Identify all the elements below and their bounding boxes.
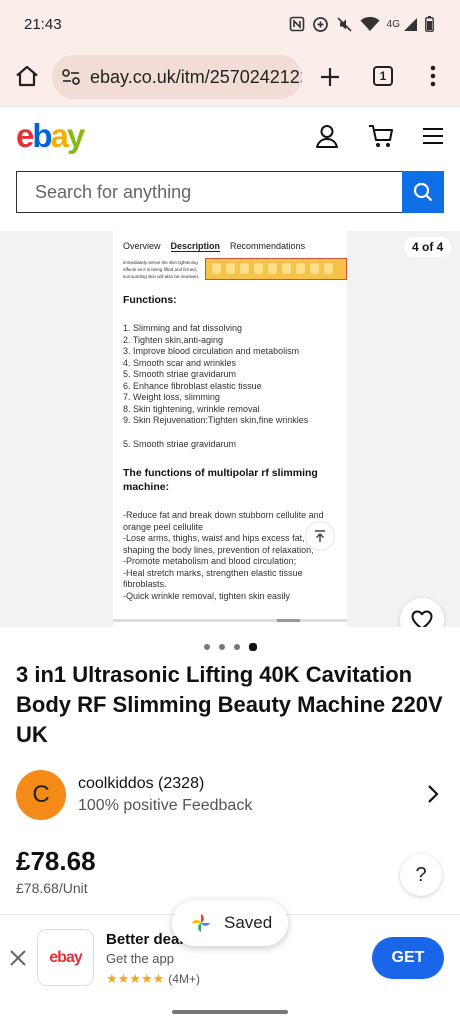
arrow-up-icon [315,530,325,542]
list-item: 5. Smooth striae gravidarum [123,369,237,379]
url-text[interactable]: ebay.co.uk/itm/2570242122 [90,67,302,88]
image-counter: 4 of 4 [404,237,452,257]
seller-name[interactable]: coolkiddos (2328) [78,775,204,793]
seller-feedback: 100% positive Feedback [78,797,253,814]
chevron-right-icon[interactable] [426,784,440,804]
unit-price: £78.68/Unit [16,880,88,896]
get-app-button[interactable]: GET [372,937,444,979]
image-nav-recommendations: Recommendations [230,241,306,251]
image-gallery[interactable]: Overview Description Recommendations imm… [0,231,460,627]
multipolar-heading: The functions of multipolar rf slimming … [123,467,318,493]
data-saver-icon [312,16,328,32]
account-icon[interactable] [314,123,340,149]
google-photos-pinwheel-icon [192,914,210,932]
list-item: 6. Enhance fibroblast elastic tissue [123,380,262,391]
seller-info[interactable]: C coolkiddos (2328) 100% positive Feedba… [16,770,444,820]
list-item: -Quick wrinkle removal, tighten skin eas… [123,590,291,601]
list-item: 7. Weight loss, slimming [123,392,220,402]
image-nav-description: Description [170,241,221,252]
list-item: 1. Slimming and fat dissolving [123,323,243,333]
gallery-pagination [0,643,460,651]
image-nav-overview: Overview [123,241,161,251]
search-icon [413,182,433,202]
saved-toast[interactable]: Saved [172,900,288,946]
list-item: -Promote metabolism and blood circulatio… [123,556,297,566]
ebay-logo[interactable]: ebay [16,117,85,155]
description-image: Overview Description Recommendations imm… [113,231,347,627]
image-banner-text: immediately sense the skin tightening ef… [123,260,200,279]
site-header: ebay [0,106,460,166]
pagination-dot-active[interactable] [248,643,257,651]
functions-heading: Functions: [123,294,177,306]
address-bar[interactable]: ebay.co.uk/itm/2570242122 [52,55,302,99]
gesture-home-indicator[interactable] [172,1010,288,1014]
status-bar: 21:43 4G [0,0,460,48]
toast-text: Saved [224,913,273,932]
banner-subtitle: Get the app [106,951,174,966]
item-price: £78.68 [16,846,96,876]
description-image-nav: Overview Description Recommendations [123,241,305,252]
listing-title: 3 in1 Ultrasonic Lifting 40K Cavitation … [16,662,443,747]
status-time: 21:43 [24,15,62,33]
image-divider [113,619,347,622]
close-icon[interactable] [9,949,27,967]
list-item: -Reduce fat and break down stubborn cell… [123,510,324,520]
scroll-to-top-button[interactable] [305,521,335,551]
signal-icon [404,17,417,31]
search-input[interactable] [16,171,402,213]
watchlist-button[interactable] [400,598,444,627]
logo-letter-e: e [16,117,34,154]
app-rating: ★★★★★ (4M+) [106,971,200,987]
description-text: Functions: 1. Slimming and fat dissolvin… [123,293,343,602]
site-settings-icon[interactable] [60,66,82,88]
seller-avatar: C [16,770,66,820]
list-item: 9. Skin Rejuvenation:Tighten skin,fine w… [123,415,309,425]
search-bar [16,171,444,213]
list-item: fibroblasts. [123,579,167,589]
status-icons: 4G [289,16,434,33]
logo-letter-y: y [66,117,85,154]
rating-count: (4M+) [168,972,200,986]
home-icon[interactable] [14,63,40,89]
pagination-dot[interactable] [218,644,225,650]
wifi-icon [360,17,380,31]
logo-letter-b: b [32,117,52,154]
pagination-dot[interactable] [233,644,240,650]
search-button[interactable] [402,171,444,213]
image-banner-photo [205,258,347,280]
list-item: 2. Tighten skin,anti-aging [123,334,224,345]
logo-letter-a: a [50,117,69,154]
new-tab-plus-icon[interactable] [318,65,342,89]
cart-icon[interactable] [368,123,394,149]
list-item: 8. Skin tightening, wrinkle removal [123,403,260,414]
network-type: 4G [386,18,400,30]
hamburger-menu-icon[interactable] [420,123,446,149]
functions-list: 1. Slimming and fat dissolving 2. Tighte… [123,323,343,427]
mute-icon [337,16,352,32]
app-logo: ebay [37,929,94,986]
battery-icon [425,16,434,32]
browser-toolbar: ebay.co.uk/itm/2570242122 1 [0,48,460,106]
star-rating-icon: ★★★★★ [106,971,165,986]
app-logo-text: ebay [49,949,82,966]
list-item: 3. Improve blood circulation and metabol… [123,346,300,356]
tab-switcher-button[interactable]: 1 [373,66,393,86]
heart-icon [411,610,433,627]
list-item: -Heal stretch marks, strengthen elastic … [123,567,303,578]
list-item: 4. Smooth scar and wrinkles [123,357,237,368]
list-item: 5. Smooth striae gravidarum [123,438,237,449]
help-button[interactable]: ? [400,854,442,896]
nfc-icon [289,16,304,32]
pagination-dot[interactable] [203,644,210,650]
overflow-menu-icon[interactable] [428,64,438,88]
